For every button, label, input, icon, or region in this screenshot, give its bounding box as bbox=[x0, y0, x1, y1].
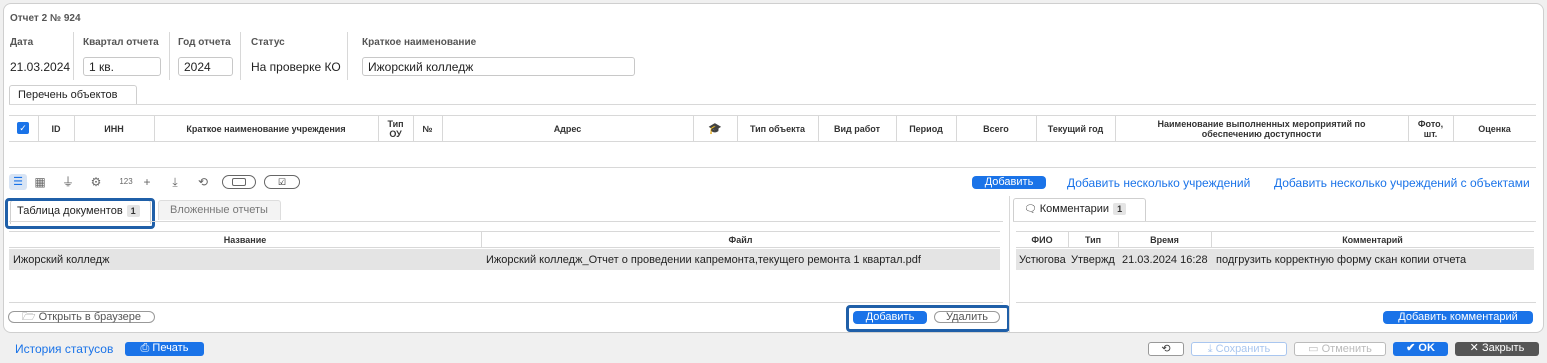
add-comment-button[interactable]: Добавить комментарий bbox=[1383, 311, 1533, 324]
short-name-input[interactable]: Ижорский колледж bbox=[362, 57, 635, 76]
open-in-browser-button[interactable]: 🗁 Открыть в браузере bbox=[8, 311, 155, 323]
refresh-icon[interactable]: ⟲ bbox=[1148, 342, 1184, 356]
doc-name-cell: Ижорский колледж bbox=[13, 254, 110, 266]
comment-time-cell: 21.03.2024 16:28 bbox=[1122, 254, 1208, 266]
grid-view-icon[interactable]: ▦ bbox=[33, 175, 47, 189]
short-name-label: Краткое наименование bbox=[362, 37, 477, 48]
add-document-button[interactable]: Добавить bbox=[853, 311, 927, 324]
col-header-measures[interactable]: Наименование выполненных мероприятий по … bbox=[1115, 115, 1408, 142]
col-header-object-type[interactable]: Тип объекта bbox=[737, 115, 818, 142]
close-icon: ✕ bbox=[1469, 342, 1479, 354]
col-header-period[interactable]: Период bbox=[896, 115, 956, 142]
col-header-time[interactable]: Время bbox=[1118, 235, 1211, 245]
comment-text-cell: подгрузить корректную форму скан копии о… bbox=[1216, 254, 1467, 266]
quarter-select[interactable]: 1 кв. bbox=[83, 57, 161, 76]
toggle-empty-icon[interactable] bbox=[222, 175, 256, 189]
comments-count-badge: 1 bbox=[1113, 203, 1127, 215]
table-bottom-line bbox=[9, 167, 1536, 168]
year-label: Год отчета bbox=[178, 37, 231, 48]
comment-bubble-icon: 🗨 bbox=[1024, 204, 1037, 215]
documents-bottom-line bbox=[9, 302, 1003, 303]
tab-comments-label: Комментарии bbox=[1039, 203, 1110, 215]
divider bbox=[240, 32, 241, 80]
list-view-icon[interactable]: ☰ bbox=[9, 174, 27, 190]
close-button[interactable]: ✕ Закрыть bbox=[1455, 342, 1539, 356]
close-label: Закрыть bbox=[1481, 342, 1525, 354]
folder-icon: 🗁 bbox=[21, 311, 36, 323]
year-input[interactable]: 2024 bbox=[178, 57, 233, 76]
date-value: 21.03.2024 bbox=[10, 60, 71, 74]
col-header-work-type[interactable]: Вид работ bbox=[818, 115, 896, 142]
delete-document-button[interactable]: Удалить bbox=[934, 311, 1000, 323]
section-divider bbox=[1009, 196, 1010, 332]
print-button[interactable]: ⎙ Печать bbox=[125, 342, 204, 356]
tab-nested-reports-label: Вложенные отчеты bbox=[170, 204, 268, 216]
col-header-type[interactable]: Тип bbox=[1068, 235, 1118, 245]
save-button[interactable]: ⤓ Сохранить bbox=[1191, 342, 1287, 356]
filter-icon[interactable]: ⏚ bbox=[61, 175, 75, 189]
comment-fio-cell: Устюгова bbox=[1019, 254, 1066, 266]
printer-icon: ⎙ bbox=[140, 342, 150, 354]
date-label: Дата bbox=[10, 37, 34, 48]
graduation-cap-icon[interactable]: 🎓 bbox=[693, 115, 737, 142]
quarter-label: Квартал отчета bbox=[83, 37, 159, 48]
tab-objects-list[interactable]: Перечень объектов bbox=[9, 85, 137, 105]
divider bbox=[73, 32, 74, 80]
col-header-number[interactable]: № bbox=[413, 115, 442, 142]
numbering-icon[interactable]: 123 bbox=[116, 175, 136, 189]
col-header-doc-file[interactable]: Файл bbox=[481, 235, 1000, 245]
refresh-icon[interactable]: ⟲ bbox=[196, 175, 210, 189]
divider bbox=[347, 32, 348, 80]
col-header-inn[interactable]: ИНН bbox=[74, 115, 154, 142]
tab-nested-reports[interactable]: Вложенные отчеты bbox=[158, 200, 281, 220]
doc-file-cell[interactable]: Ижорский колледж_Отчет о проведении капр… bbox=[486, 254, 996, 266]
ok-button[interactable]: ✔ OK bbox=[1393, 342, 1448, 356]
col-header-current-year[interactable]: Текущий год bbox=[1036, 115, 1115, 142]
divider bbox=[169, 32, 170, 80]
tab-comments[interactable]: 🗨 Комментарии 1 bbox=[1013, 198, 1146, 222]
add-object-button[interactable]: Добавить bbox=[972, 176, 1046, 189]
comment-type-cell: Утвержд bbox=[1071, 254, 1115, 266]
settings-gear-icon[interactable]: ⚙ bbox=[89, 175, 103, 189]
col-header-id[interactable]: ID bbox=[38, 115, 74, 142]
open-in-browser-label: Открыть в браузере bbox=[38, 311, 142, 323]
tab-underline bbox=[9, 221, 1003, 222]
select-all-checkbox[interactable]: ✓ bbox=[17, 122, 29, 134]
ok-label: OK bbox=[1418, 342, 1435, 354]
col-header-short-name[interactable]: Краткое наименование учреждения bbox=[154, 115, 378, 142]
tab-underline bbox=[9, 104, 1536, 105]
plus-icon[interactable]: + bbox=[140, 175, 154, 189]
col-header-photo[interactable]: Фото, шт. bbox=[1408, 115, 1453, 142]
col-header-doc-name[interactable]: Название bbox=[9, 235, 481, 245]
add-multiple-institutions-objects-link[interactable]: Добавить несколько учреждений с объектам… bbox=[1274, 176, 1530, 190]
cancel-label: Отменить bbox=[1321, 343, 1372, 355]
tab-objects-list-label: Перечень объектов bbox=[18, 89, 118, 101]
col-header-comment[interactable]: Комментарий bbox=[1211, 235, 1534, 245]
col-header-total[interactable]: Всего bbox=[956, 115, 1036, 142]
add-multiple-institutions-link[interactable]: Добавить несколько учреждений bbox=[1067, 176, 1250, 190]
save-label: Сохранить bbox=[1215, 343, 1271, 355]
download-icon[interactable]: ⤓ bbox=[168, 175, 182, 189]
status-history-link[interactable]: История статусов bbox=[15, 342, 113, 356]
cancel-icon: ▭ bbox=[1308, 343, 1319, 355]
col-header-address[interactable]: Адрес bbox=[442, 115, 693, 142]
col-header-fio[interactable]: ФИО bbox=[1016, 235, 1068, 245]
report-panel bbox=[3, 3, 1544, 333]
comments-bottom-line bbox=[1016, 302, 1536, 303]
report-title: Отчет 2 № 924 bbox=[10, 13, 81, 24]
save-icon: ⤓ bbox=[1207, 343, 1213, 355]
col-header-rating[interactable]: Оценка bbox=[1453, 115, 1536, 142]
status-value: На проверке КО bbox=[251, 60, 341, 74]
col-header-type-ou[interactable]: Тип ОУ bbox=[378, 115, 413, 142]
status-label: Статус bbox=[251, 37, 285, 48]
print-label: Печать bbox=[152, 342, 189, 354]
cancel-button[interactable]: ▭ Отменить bbox=[1294, 342, 1386, 356]
documents-tab-highlight bbox=[5, 198, 155, 229]
tab-underline bbox=[1013, 221, 1536, 222]
check-icon: ✔ bbox=[1406, 342, 1416, 354]
toggle-checked-icon[interactable]: ☑ bbox=[264, 175, 300, 189]
